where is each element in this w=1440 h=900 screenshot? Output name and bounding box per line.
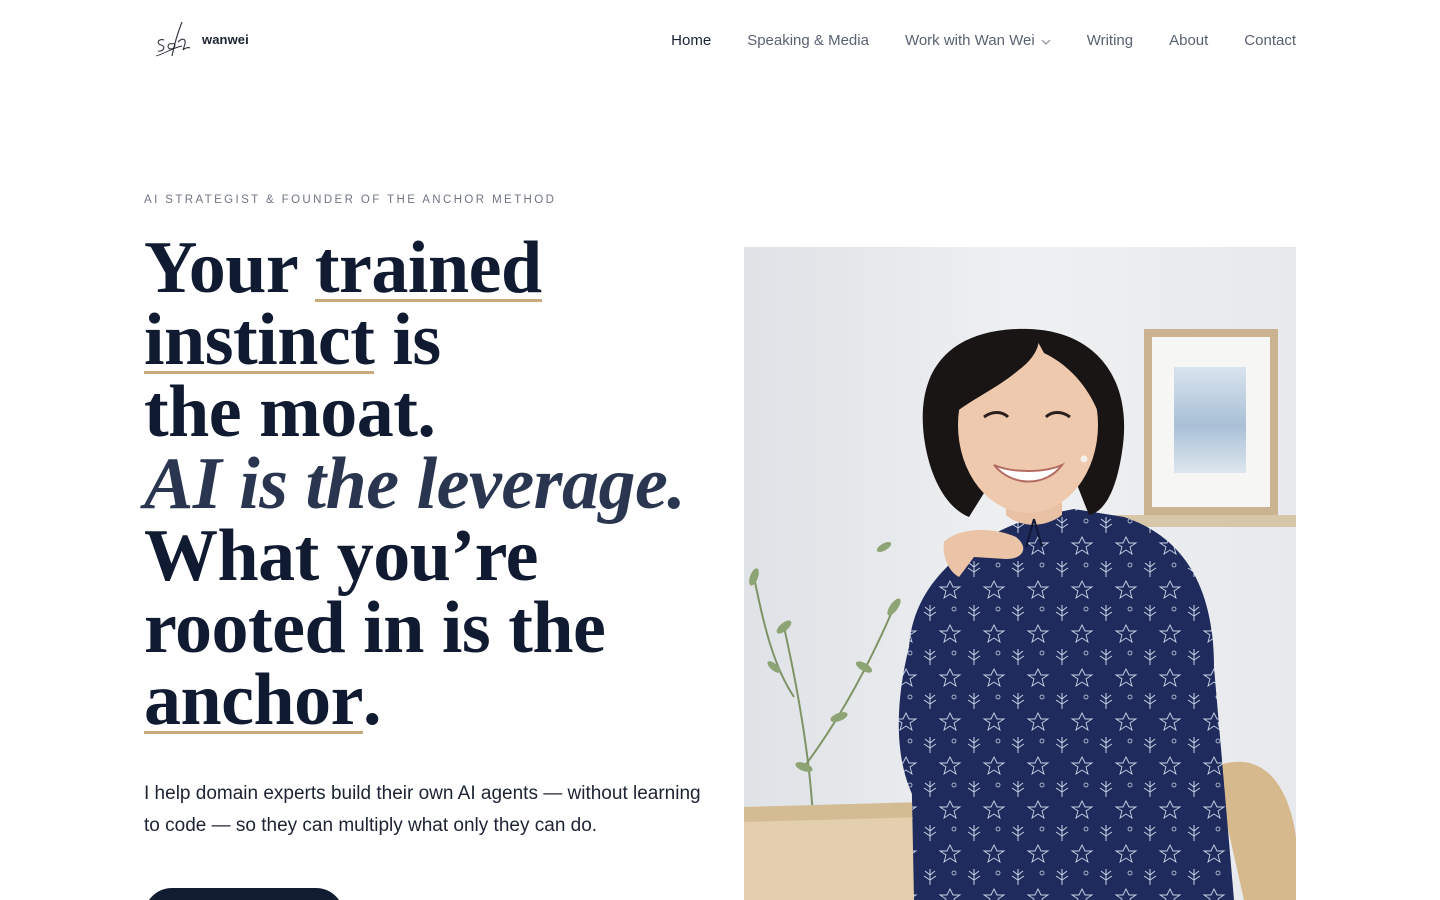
nav-writing[interactable]: Writing <box>1087 31 1133 51</box>
headline-underlined-word: anchor <box>144 659 364 741</box>
headline-text: is <box>374 299 441 381</box>
logo-wordmark: wanwei <box>202 32 249 47</box>
site-header: wanwei Home Speaking & Media Work with W… <box>0 0 1440 80</box>
hero-headline: Your trained instinct is the moat. AI is… <box>144 227 704 741</box>
hero-eyebrow: AI STRATEGIST & FOUNDER OF THE ANCHOR ME… <box>144 194 557 206</box>
hero-cta-button[interactable] <box>144 888 344 900</box>
headline-line-5: What you’re <box>144 515 538 597</box>
nav-work-with-wan-wei[interactable]: Work with Wan Wei <box>905 30 1051 51</box>
hero-portrait-photo <box>744 247 1296 900</box>
headline-line-6: rooted in is the <box>144 587 606 669</box>
headline-underlined-word: trained <box>314 227 542 309</box>
headline-text: Your <box>144 227 315 309</box>
hero-intro: I help domain experts build their own AI… <box>144 783 701 836</box>
nav-work-with-wan-wei-label: Work with Wan Wei <box>904 31 1035 49</box>
site-logo[interactable]: wanwei <box>152 18 252 62</box>
nav-contact[interactable]: Contact <box>1244 31 1296 51</box>
headline-line-3: the moat. <box>144 371 436 453</box>
headline-underlined-word: instinct <box>144 299 375 381</box>
main-nav: Home Speaking & Media Work with Wan Wei … <box>635 30 1296 51</box>
nav-home[interactable]: Home <box>671 31 711 51</box>
headline-line-4-italic: AI is the leverage. <box>144 443 686 525</box>
portrait-illustration <box>744 247 1296 900</box>
headline-line-7: anchor. <box>144 659 704 741</box>
headline-text: . <box>363 659 382 741</box>
chevron-down-icon <box>1041 31 1051 51</box>
headline-line-2: instinct is <box>144 299 704 381</box>
logo-signature-script <box>155 21 191 57</box>
nav-speaking-media[interactable]: Speaking & Media <box>747 31 869 51</box>
nav-about[interactable]: About <box>1169 31 1208 51</box>
headline-line-1: Your trained <box>144 227 704 309</box>
